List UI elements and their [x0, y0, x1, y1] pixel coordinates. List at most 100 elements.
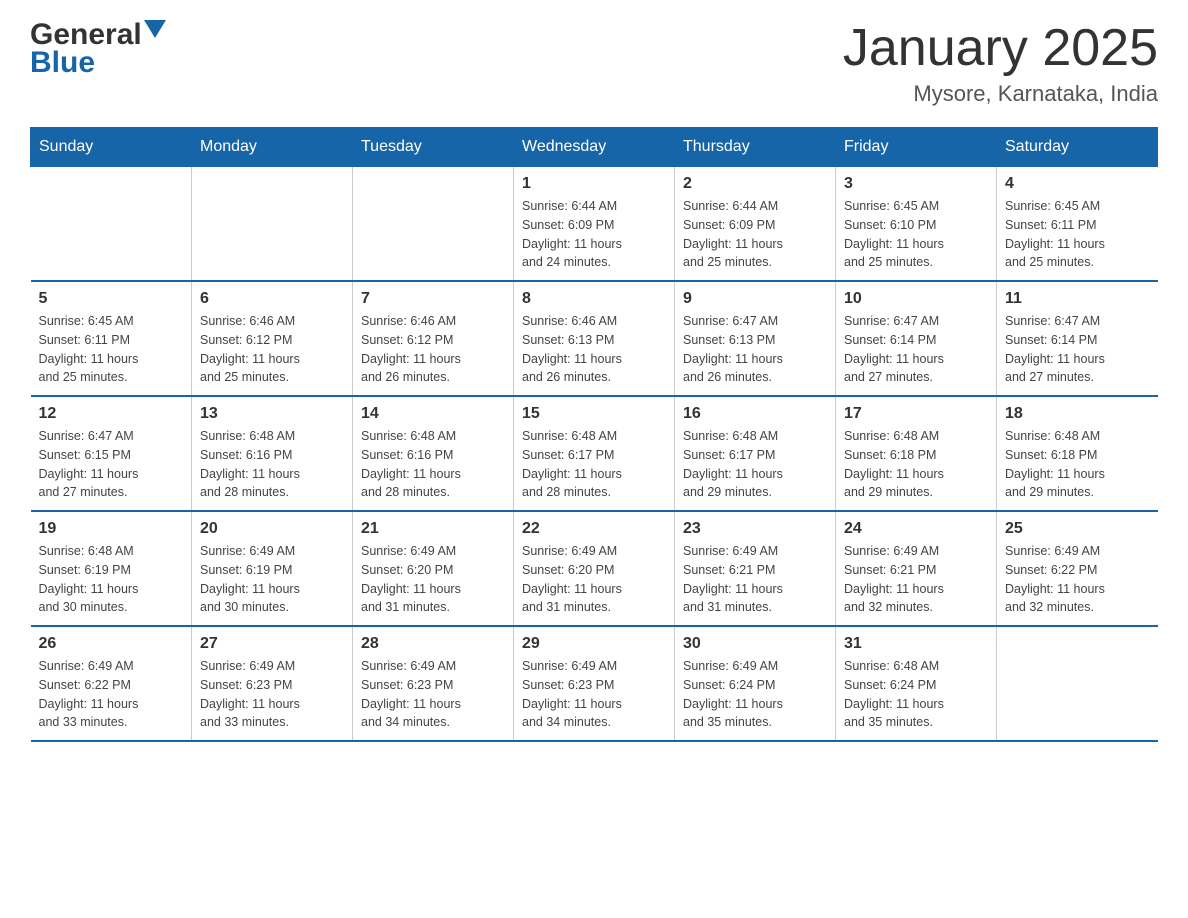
- day-number: 29: [522, 635, 666, 653]
- calendar-cell: [997, 626, 1158, 741]
- calendar-cell: 23 Sunrise: 6:49 AMSunset: 6:21 PMDayligh…: [675, 511, 836, 626]
- calendar-cell: 9 Sunrise: 6:47 AMSunset: 6:13 PMDaylight…: [675, 281, 836, 396]
- day-info: Sunrise: 6:49 AMSunset: 6:21 PMDaylight:…: [683, 542, 827, 617]
- day-number: 17: [844, 405, 988, 423]
- calendar-cell: 30Sunrise: 6:49 AMSunset: 6:24 PMDayligh…: [675, 626, 836, 741]
- logo-triangle-icon: [144, 20, 166, 42]
- day-info: Sunrise: 6:46 AMSunset: 6:13 PMDaylight:…: [522, 312, 666, 387]
- day-number: 22: [522, 520, 666, 538]
- day-number: 13: [200, 405, 344, 423]
- day-number: 11: [1005, 290, 1150, 308]
- day-number: 23: [683, 520, 827, 538]
- day-number: 24: [844, 520, 988, 538]
- day-info: Sunrise: 6:49 AMSunset: 6:21 PMDaylight:…: [844, 542, 988, 617]
- week-row-5: 26 Sunrise: 6:49 AMSunset: 6:22 PMDayligh…: [31, 626, 1158, 741]
- col-saturday: Saturday: [997, 128, 1158, 167]
- calendar-cell: 22 Sunrise: 6:49 AMSunset: 6:20 PMDayligh…: [514, 511, 675, 626]
- day-number: 7: [361, 290, 505, 308]
- title-section: January 2025 Mysore, Karnataka, India: [843, 20, 1158, 107]
- day-number: 20: [200, 520, 344, 538]
- day-number: 16: [683, 405, 827, 423]
- col-tuesday: Tuesday: [353, 128, 514, 167]
- calendar-cell: [192, 167, 353, 282]
- day-number: 8: [522, 290, 666, 308]
- day-info: Sunrise: 6:49 AMSunset: 6:22 PMDaylight:…: [39, 657, 184, 732]
- day-number: 10: [844, 290, 988, 308]
- day-info: Sunrise: 6:44 AMSunset: 6:09 PMDaylight:…: [683, 197, 827, 272]
- day-info: Sunrise: 6:48 AMSunset: 6:17 PMDaylight:…: [522, 427, 666, 502]
- day-number: 2: [683, 175, 827, 193]
- day-number: 5: [39, 290, 184, 308]
- calendar-cell: 11 Sunrise: 6:47 AMSunset: 6:14 PMDayligh…: [997, 281, 1158, 396]
- calendar-cell: [31, 167, 192, 282]
- calendar-cell: 27 Sunrise: 6:49 AMSunset: 6:23 PMDayligh…: [192, 626, 353, 741]
- calendar-cell: 1Sunrise: 6:44 AMSunset: 6:09 PMDaylight…: [514, 167, 675, 282]
- day-number: 27: [200, 635, 344, 653]
- calendar-cell: 18Sunrise: 6:48 AMSunset: 6:18 PMDayligh…: [997, 396, 1158, 511]
- day-info: Sunrise: 6:47 AMSunset: 6:14 PMDaylight:…: [844, 312, 988, 387]
- calendar-cell: 10 Sunrise: 6:47 AMSunset: 6:14 PMDayligh…: [836, 281, 997, 396]
- calendar-cell: 2 Sunrise: 6:44 AMSunset: 6:09 PMDaylight…: [675, 167, 836, 282]
- day-info: Sunrise: 6:48 AMSunset: 6:16 PMDaylight:…: [361, 427, 505, 502]
- calendar-cell: 16 Sunrise: 6:48 AMSunset: 6:17 PMDayligh…: [675, 396, 836, 511]
- calendar-cell: 21Sunrise: 6:49 AMSunset: 6:20 PMDayligh…: [353, 511, 514, 626]
- col-wednesday: Wednesday: [514, 128, 675, 167]
- day-info: Sunrise: 6:49 AMSunset: 6:23 PMDaylight:…: [361, 657, 505, 732]
- day-number: 4: [1005, 175, 1150, 193]
- day-info: Sunrise: 6:48 AMSunset: 6:17 PMDaylight:…: [683, 427, 827, 502]
- calendar-cell: 12Sunrise: 6:47 AMSunset: 6:15 PMDayligh…: [31, 396, 192, 511]
- calendar-cell: 8 Sunrise: 6:46 AMSunset: 6:13 PMDaylight…: [514, 281, 675, 396]
- month-title: January 2025: [843, 20, 1158, 77]
- day-number: 3: [844, 175, 988, 193]
- col-sunday: Sunday: [31, 128, 192, 167]
- calendar-cell: 4 Sunrise: 6:45 AMSunset: 6:11 PMDaylight…: [997, 167, 1158, 282]
- day-number: 28: [361, 635, 505, 653]
- week-row-2: 5 Sunrise: 6:45 AMSunset: 6:11 PMDaylight…: [31, 281, 1158, 396]
- day-info: Sunrise: 6:48 AMSunset: 6:19 PMDaylight:…: [39, 542, 184, 617]
- calendar-cell: 5 Sunrise: 6:45 AMSunset: 6:11 PMDaylight…: [31, 281, 192, 396]
- calendar-cell: [353, 167, 514, 282]
- day-number: 31: [844, 635, 988, 653]
- header-row: Sunday Monday Tuesday Wednesday Thursday…: [31, 128, 1158, 167]
- day-info: Sunrise: 6:44 AMSunset: 6:09 PMDaylight:…: [522, 197, 666, 272]
- day-info: Sunrise: 6:49 AMSunset: 6:23 PMDaylight:…: [522, 657, 666, 732]
- day-info: Sunrise: 6:47 AMSunset: 6:13 PMDaylight:…: [683, 312, 827, 387]
- day-info: Sunrise: 6:48 AMSunset: 6:24 PMDaylight:…: [844, 657, 988, 732]
- col-thursday: Thursday: [675, 128, 836, 167]
- calendar-cell: 15 Sunrise: 6:48 AMSunset: 6:17 PMDayligh…: [514, 396, 675, 511]
- day-info: Sunrise: 6:49 AMSunset: 6:22 PMDaylight:…: [1005, 542, 1150, 617]
- day-info: Sunrise: 6:45 AMSunset: 6:10 PMDaylight:…: [844, 197, 988, 272]
- calendar-cell: 17Sunrise: 6:48 AMSunset: 6:18 PMDayligh…: [836, 396, 997, 511]
- calendar-cell: 3 Sunrise: 6:45 AMSunset: 6:10 PMDaylight…: [836, 167, 997, 282]
- day-number: 14: [361, 405, 505, 423]
- day-number: 18: [1005, 405, 1150, 423]
- day-info: Sunrise: 6:49 AMSunset: 6:20 PMDaylight:…: [522, 542, 666, 617]
- day-number: 26: [39, 635, 184, 653]
- logo-blue: Blue: [30, 46, 95, 80]
- day-number: 6: [200, 290, 344, 308]
- calendar-table: Sunday Monday Tuesday Wednesday Thursday…: [30, 127, 1158, 742]
- calendar-header: Sunday Monday Tuesday Wednesday Thursday…: [31, 128, 1158, 167]
- day-info: Sunrise: 6:49 AMSunset: 6:20 PMDaylight:…: [361, 542, 505, 617]
- day-info: Sunrise: 6:47 AMSunset: 6:14 PMDaylight:…: [1005, 312, 1150, 387]
- calendar-cell: 31 Sunrise: 6:48 AMSunset: 6:24 PMDayligh…: [836, 626, 997, 741]
- day-info: Sunrise: 6:49 AMSunset: 6:23 PMDaylight:…: [200, 657, 344, 732]
- day-number: 15: [522, 405, 666, 423]
- day-number: 19: [39, 520, 184, 538]
- day-info: Sunrise: 6:45 AMSunset: 6:11 PMDaylight:…: [39, 312, 184, 387]
- calendar-cell: 25 Sunrise: 6:49 AMSunset: 6:22 PMDayligh…: [997, 511, 1158, 626]
- day-number: 12: [39, 405, 184, 423]
- week-row-1: 1Sunrise: 6:44 AMSunset: 6:09 PMDaylight…: [31, 167, 1158, 282]
- calendar-cell: 28 Sunrise: 6:49 AMSunset: 6:23 PMDayligh…: [353, 626, 514, 741]
- logo: General Blue: [30, 20, 166, 80]
- calendar-cell: 20Sunrise: 6:49 AMSunset: 6:19 PMDayligh…: [192, 511, 353, 626]
- col-monday: Monday: [192, 128, 353, 167]
- calendar-cell: 7Sunrise: 6:46 AMSunset: 6:12 PMDaylight…: [353, 281, 514, 396]
- week-row-3: 12Sunrise: 6:47 AMSunset: 6:15 PMDayligh…: [31, 396, 1158, 511]
- calendar-cell: 6Sunrise: 6:46 AMSunset: 6:12 PMDaylight…: [192, 281, 353, 396]
- day-number: 9: [683, 290, 827, 308]
- calendar-body: 1Sunrise: 6:44 AMSunset: 6:09 PMDaylight…: [31, 167, 1158, 742]
- day-number: 25: [1005, 520, 1150, 538]
- day-number: 30: [683, 635, 827, 653]
- day-info: Sunrise: 6:45 AMSunset: 6:11 PMDaylight:…: [1005, 197, 1150, 272]
